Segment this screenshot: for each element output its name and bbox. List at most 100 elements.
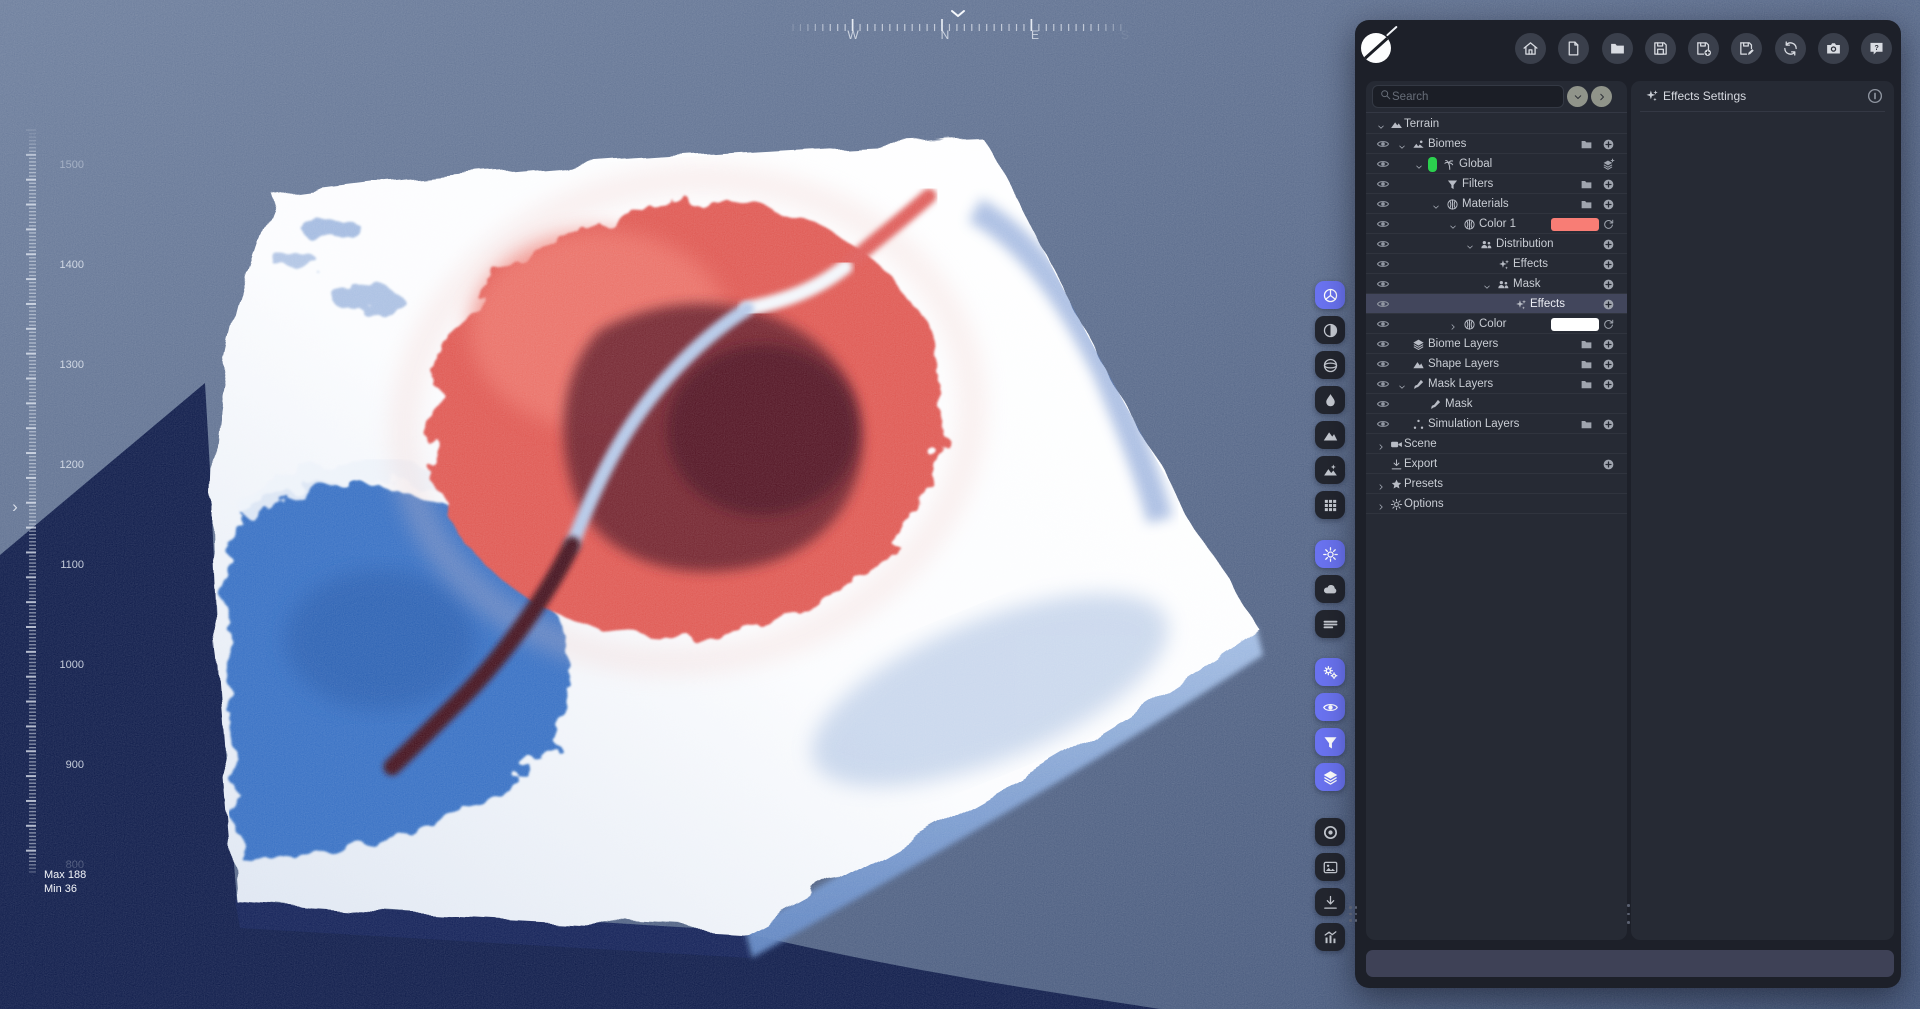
search-input[interactable] (1392, 90, 1542, 103)
viewport-tool-auto-process[interactable] (1315, 658, 1345, 686)
add-button[interactable] (1602, 258, 1615, 276)
folder-button[interactable] (1580, 198, 1593, 216)
viewport-tool-view-erosion[interactable] (1315, 386, 1345, 414)
tree-row-mask[interactable]: Mask (1366, 274, 1627, 294)
panel-resize-grip[interactable] (1349, 906, 1357, 922)
image-icon (1323, 861, 1337, 873)
home-button[interactable] (1515, 33, 1546, 64)
scene-icon (1391, 441, 1402, 447)
viewport-tool-view-terrain[interactable] (1315, 421, 1345, 449)
add-button[interactable] (1602, 238, 1615, 256)
layers-add-button[interactable] (1602, 158, 1615, 176)
matball-icon (1447, 198, 1458, 210)
add-button[interactable] (1602, 178, 1615, 196)
viewport-tool-snapshot-image[interactable] (1315, 853, 1345, 881)
add-button[interactable] (1602, 298, 1615, 316)
viewport-tool-fog[interactable] (1315, 610, 1345, 638)
refresh-button[interactable] (1602, 218, 1615, 236)
collapse-all-button[interactable] (1567, 86, 1588, 107)
color-swatch[interactable] (1551, 217, 1599, 231)
tree-row-global[interactable]: Global (1366, 154, 1627, 174)
viewport-tool-record[interactable] (1315, 818, 1345, 846)
save-edit-button[interactable] (1731, 33, 1763, 64)
compass-letter-N: N (940, 28, 950, 42)
compass-ribbon[interactable]: WNES (780, 4, 1140, 50)
viewport-tool-view-material[interactable] (1315, 316, 1345, 344)
sphere-icon (1323, 288, 1337, 302)
help-button[interactable]: ? (1861, 33, 1892, 64)
search-box[interactable] (1372, 85, 1564, 108)
grid-icon (1324, 499, 1336, 511)
folder-icon (1581, 340, 1592, 348)
tree-row-mask[interactable]: Mask (1366, 394, 1627, 414)
left-panel-expander[interactable]: › (6, 496, 24, 518)
tree-row-biomes[interactable]: Biomes (1366, 134, 1627, 154)
add-button[interactable] (1602, 278, 1615, 296)
folder-button[interactable] (1580, 418, 1593, 436)
add-button[interactable] (1602, 198, 1615, 216)
viewport-tool-render-settings[interactable] (1315, 540, 1345, 568)
color-swatch[interactable] (1551, 317, 1599, 331)
tree-row-presets[interactable]: Presets (1366, 474, 1627, 494)
bottom-command-bar[interactable] (1366, 950, 1894, 977)
tree-row-color-1[interactable]: Color 1 (1366, 214, 1627, 234)
add-button[interactable] (1602, 338, 1615, 356)
new-file-button[interactable] (1558, 33, 1590, 64)
viewport-tool-preview-toggle[interactable] (1315, 693, 1345, 721)
tree-row-effects[interactable]: Effects (1366, 294, 1627, 314)
find-next-button[interactable] (1591, 86, 1612, 107)
folder-button[interactable] (1580, 138, 1593, 156)
tree-row-color[interactable]: Color (1366, 314, 1627, 334)
tree-row-label: Mask Layers (1428, 377, 1494, 390)
app-logo-icon[interactable] (1359, 25, 1399, 69)
compass-marker-icon (951, 10, 965, 17)
viewport-tool-view-grid[interactable] (1315, 491, 1345, 519)
tree-row-options[interactable]: Options (1366, 494, 1627, 514)
viewport-tool-view-peaks[interactable] (1315, 456, 1345, 484)
save-button[interactable] (1644, 33, 1676, 64)
viewport-tool-filter-preview[interactable] (1315, 728, 1345, 756)
add-button[interactable] (1602, 358, 1615, 376)
folder-button[interactable] (1580, 178, 1593, 196)
peak-icon (1323, 463, 1337, 475)
viewport-tool-export-quick[interactable] (1315, 888, 1345, 916)
expand-right-icon[interactable] (1376, 499, 1386, 517)
save-as-button[interactable] (1688, 33, 1719, 64)
viewport-tool-statistics[interactable] (1315, 923, 1345, 951)
download-icon (1391, 458, 1402, 469)
brush-icon (1429, 398, 1442, 416)
tree-row-distribution[interactable]: Distribution (1366, 234, 1627, 254)
sparkles-icon (1646, 90, 1658, 102)
viewport-tool-view-shaded[interactable] (1315, 281, 1345, 309)
sparkles-icon (1514, 298, 1527, 316)
folder-button[interactable] (1580, 378, 1593, 396)
save-edit-icon (1740, 42, 1754, 55)
add-button[interactable] (1602, 458, 1615, 476)
gears-icon (1323, 665, 1337, 679)
add-button[interactable] (1602, 378, 1615, 396)
panel-divider-grip[interactable] (1627, 904, 1630, 924)
refresh-button[interactable] (1602, 318, 1615, 336)
viewport-tool-sky-clouds[interactable] (1315, 575, 1345, 603)
tree-row-filters[interactable]: Filters (1366, 174, 1627, 194)
tree-row-export[interactable]: Export (1366, 454, 1627, 474)
open-project-button[interactable] (1601, 33, 1633, 64)
viewport-tool-layers-preview[interactable] (1315, 763, 1345, 791)
tree-row-mask-layers[interactable]: Mask Layers (1366, 374, 1627, 394)
sync-button[interactable] (1774, 33, 1806, 64)
folder-button[interactable] (1580, 338, 1593, 356)
tree-row-scene[interactable]: Scene (1366, 434, 1627, 454)
add-button[interactable] (1602, 418, 1615, 436)
enabled-indicator[interactable] (1428, 156, 1437, 172)
tree-row-biome-layers[interactable]: Biome Layers (1366, 334, 1627, 354)
tree-row-simulation-layers[interactable]: Simulation Layers (1366, 414, 1627, 434)
tree-row-effects[interactable]: Effects (1366, 254, 1627, 274)
tree-row-materials[interactable]: Materials (1366, 194, 1627, 214)
add-button[interactable] (1602, 138, 1615, 156)
tree-row-terrain[interactable]: Terrain (1366, 114, 1627, 134)
tree-row-shape-layers[interactable]: Shape Layers (1366, 354, 1627, 374)
panel-options-icon[interactable] (1866, 87, 1884, 110)
screenshot-button[interactable] (1817, 33, 1849, 64)
folder-button[interactable] (1580, 358, 1593, 376)
viewport-tool-view-wireframe[interactable] (1315, 351, 1345, 379)
